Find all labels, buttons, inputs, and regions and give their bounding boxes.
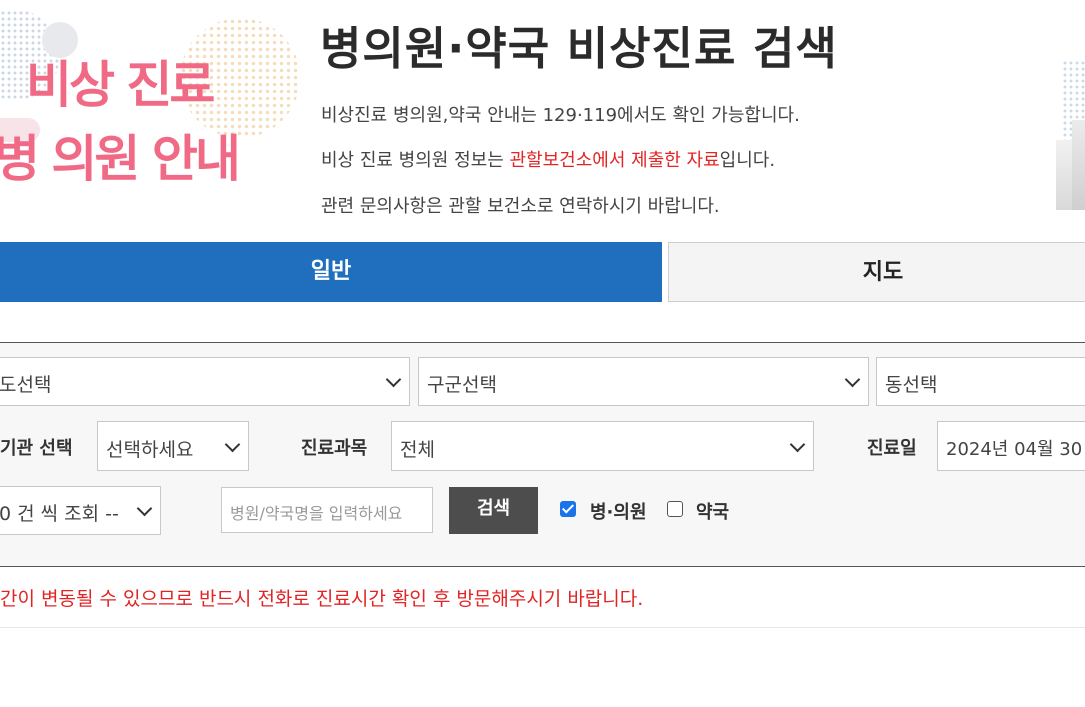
sido-select[interactable]: 도선택 bbox=[0, 357, 410, 406]
page-size-select[interactable]: 0 건 씩 조회 -- bbox=[0, 486, 161, 535]
info-line-1: 비상진료 병의원,약국 안내는 129·119에서도 확인 가능합니다. bbox=[321, 105, 800, 126]
visit-notice: 간이 변동될 수 있으므로 반드시 전화로 진료시간 확인 후 방문해주시기 바… bbox=[0, 588, 644, 610]
chevron-down-icon bbox=[224, 436, 241, 453]
dept-select[interactable]: 전체 bbox=[391, 421, 814, 471]
name-search-input[interactable]: 병원/약국명을 입력하세요 bbox=[221, 487, 433, 533]
org-type-label: 기관 선택 bbox=[0, 438, 73, 459]
banner-illustration: 비상 진료 병 의원 안내 bbox=[0, 0, 300, 232]
banner: 비상 진료 병 의원 안내 병의원·약국 비상진료 검색 비상진료 병의원,약국… bbox=[0, 0, 1085, 232]
circle-decoration bbox=[42, 22, 78, 58]
promo-line-2: 병 의원 안내 bbox=[0, 130, 241, 188]
hospital-checkbox-label[interactable]: 병·의원 bbox=[590, 498, 647, 524]
building-illustration bbox=[1052, 60, 1085, 210]
date-label: 진료일 bbox=[867, 438, 917, 459]
chevron-down-icon bbox=[136, 500, 153, 517]
gugun-select[interactable]: 구군선택 bbox=[418, 357, 869, 406]
tab-map[interactable]: 지도 bbox=[668, 242, 1085, 302]
search-button[interactable]: 검색 bbox=[449, 487, 538, 534]
dong-select[interactable]: 동선택 bbox=[876, 357, 1085, 406]
promo-line-1: 비상 진료 bbox=[26, 56, 215, 114]
pharmacy-checkbox-label[interactable]: 약국 bbox=[696, 498, 729, 524]
dept-label: 진료과목 bbox=[301, 438, 368, 459]
chevron-down-icon bbox=[844, 371, 861, 388]
info-line-3: 관련 문의사항은 관할 보건소로 연락하시기 바랍니다. bbox=[321, 196, 720, 217]
source-highlight: 관할보건소에서 제출한 자료 bbox=[509, 150, 720, 171]
page-title: 병의원·약국 비상진료 검색 bbox=[320, 22, 838, 75]
search-panel: 도선택 구군선택 동선택 기관 선택 선택하세요 진료과목 전체 진료일 202… bbox=[0, 342, 1085, 567]
chevron-down-icon bbox=[789, 436, 806, 453]
hospital-checkbox[interactable] bbox=[560, 501, 576, 517]
pharmacy-checkbox[interactable] bbox=[667, 501, 683, 517]
chevron-down-icon bbox=[385, 371, 402, 388]
org-type-select[interactable]: 선택하세요 bbox=[97, 421, 249, 471]
tab-general[interactable]: 일반 bbox=[0, 242, 662, 302]
info-line-2: 비상 진료 병의원 정보는 관할보건소에서 제출한 자료입니다. bbox=[321, 150, 776, 171]
date-input[interactable]: 2024년 04월 30 bbox=[937, 421, 1085, 471]
divider bbox=[0, 627, 1085, 628]
